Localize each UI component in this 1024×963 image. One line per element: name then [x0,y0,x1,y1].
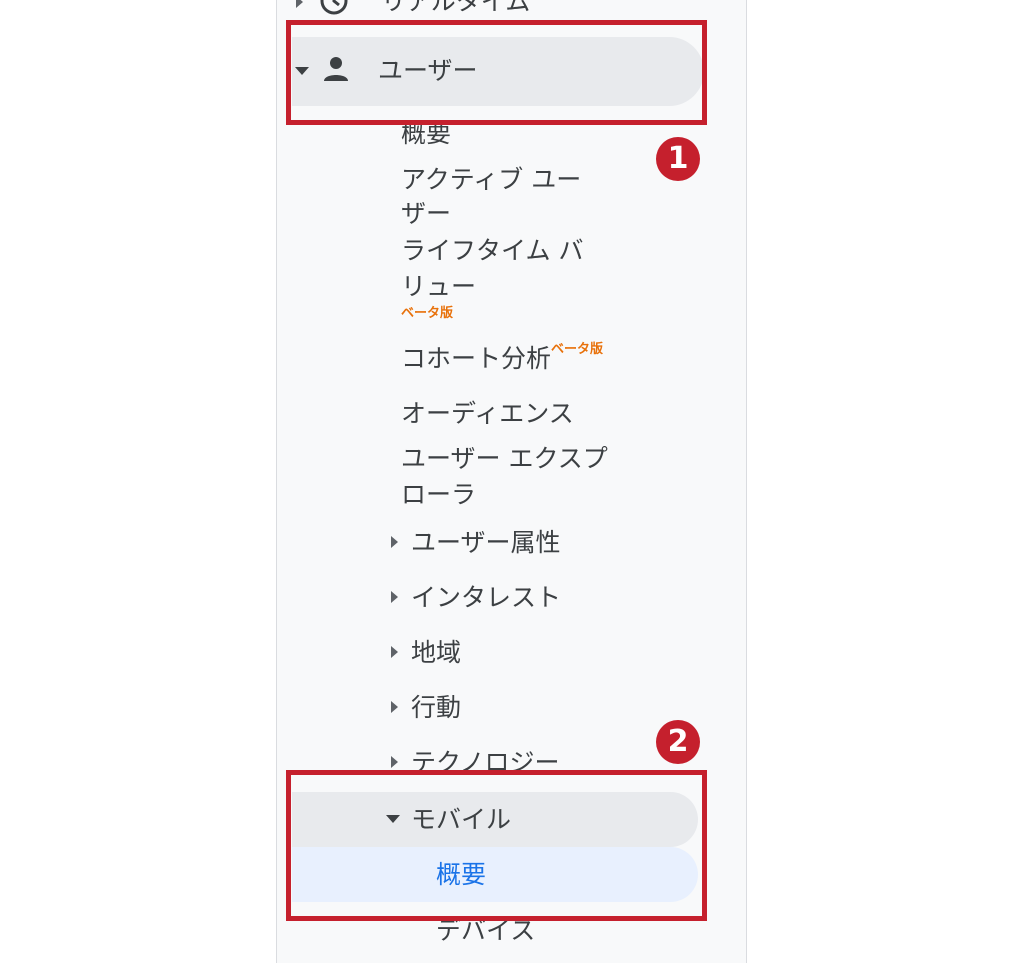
nav-item-audience[interactable]: オーディエンス [401,399,574,429]
nav-item-lifetime-value-cont[interactable]: リュー [401,272,476,302]
expand-arrow-icon [391,536,398,548]
step-badge: 1 [656,137,700,181]
nav-item-user-explorer-cont[interactable]: ローラ [401,480,476,510]
expand-arrow-icon [391,756,398,768]
beta-badge: ベータ版 [401,306,454,321]
nav-item-cohort[interactable]: コホート分析 [401,344,551,374]
expand-arrow-icon [391,646,398,658]
highlight-box-mobile [286,770,707,921]
expand-arrow-icon [391,591,398,603]
beta-badge: ベータ版 [551,342,604,357]
sidebar-item-label: リアルタイム [381,0,531,16]
step-badge: 2 [656,720,700,764]
expand-arrow-icon [296,0,303,8]
clock-icon [320,0,348,15]
expand-arrow-icon [391,701,398,713]
nav-group-label: ユーザー属性 [411,528,561,557]
nav-group-label: 行動 [411,693,462,722]
nav-item-active-users[interactable]: アクティブ ユー [401,165,581,195]
highlight-box-user [286,20,707,125]
nav-item-active-users-cont[interactable]: ザー [401,199,451,229]
nav-group-label: 地域 [411,638,462,667]
nav-item-lifetime-value[interactable]: ライフタイム バ [401,236,583,266]
nav-item-user-explorer[interactable]: ユーザー エクスプ [401,444,608,474]
nav-group-label: インタレスト [411,583,562,612]
